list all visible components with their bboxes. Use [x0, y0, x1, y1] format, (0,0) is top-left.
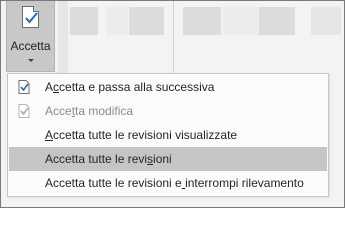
ribbon-faded-control	[259, 7, 295, 35]
menu-item-label: Accetta tutte le revisioni visualizzate	[45, 128, 238, 142]
ribbon-faded-control	[129, 7, 164, 35]
menu-item-accept-all-stop-tracking[interactable]: Accetta tutte le revisioni e interrompi …	[9, 171, 327, 195]
accept-dropdown-menu: Accetta e passa alla successiva Accetta …	[7, 73, 329, 197]
accept-split-button[interactable]: Accetta	[6, 1, 55, 72]
access-key: c	[53, 80, 60, 94]
chevron-down-icon[interactable]	[28, 59, 34, 62]
word-review-window: Accetta Accetta e passa alla successiva	[0, 0, 345, 208]
accept-change-icon	[18, 104, 30, 118]
menu-item-label: Accetta e passa alla successiva	[45, 80, 215, 94]
accept-next-icon	[18, 80, 30, 94]
ribbon-faded-separator	[173, 1, 174, 73]
ribbon-faded-control	[106, 7, 128, 35]
accept-document-icon	[22, 6, 39, 28]
access-key: s	[147, 152, 154, 166]
accept-button-label: Accetta	[10, 39, 51, 53]
ribbon-faded-control	[70, 7, 98, 35]
menu-item-label: Accetta tutte le revisioni	[45, 152, 172, 166]
menu-item-accept-change[interactable]: Accetta modifica	[9, 99, 327, 123]
ribbon-faded-control	[311, 7, 341, 35]
menu-item-accept-all-shown[interactable]: Accetta tutte le revisioni visualizzate	[9, 123, 327, 147]
ribbon-faded-control	[223, 7, 259, 35]
menu-item-accept-and-move-next[interactable]: Accetta e passa alla successiva	[9, 75, 327, 99]
menu-item-accept-all[interactable]: Accetta tutte le revisioni	[9, 147, 327, 171]
ribbon-review-group: Accetta	[1, 1, 344, 75]
ribbon-faded-control	[58, 1, 68, 73]
access-key: t	[71, 104, 76, 118]
menu-item-label: Accetta tutte le revisioni e interrompi …	[45, 176, 304, 190]
menu-item-label: Accetta modifica	[45, 104, 134, 118]
access-key: A	[45, 128, 54, 142]
access-key	[182, 176, 185, 190]
ribbon-faded-control	[183, 7, 221, 35]
